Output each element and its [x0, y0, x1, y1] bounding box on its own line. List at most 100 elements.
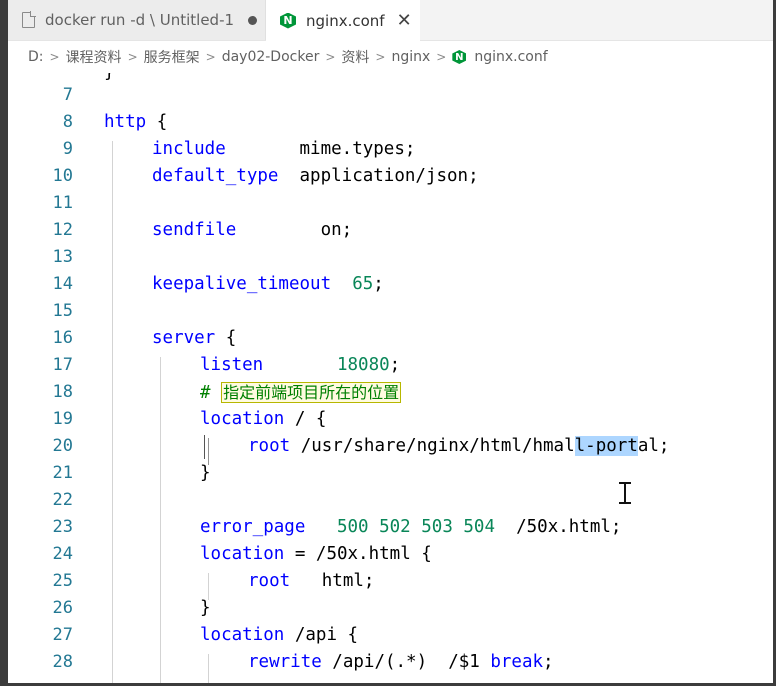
code-text: location = /50x.html { [200, 541, 432, 568]
window-edge-left [0, 0, 8, 686]
code-line: 26 } [8, 595, 773, 622]
line-number: 12 [52, 220, 73, 240]
tab-label: docker run -d \ Untitled-1 [45, 11, 235, 29]
line-number: 25 [52, 571, 73, 591]
code-comment: # 指定前端项目所在的位置 [200, 379, 402, 407]
line-number: 19 [52, 409, 73, 429]
breadcrumb-item[interactable]: 课程资料 [66, 47, 122, 67]
code-line: 15 [8, 298, 773, 325]
code-text: default_type application/json; [152, 163, 479, 190]
breadcrumb-file[interactable]: nginx.conf [474, 49, 547, 65]
line-number: 10 [52, 166, 73, 186]
breadcrumb-item[interactable]: nginx [391, 49, 430, 65]
code-line: 23 error_page 500 502 503 504 /50x.html; [8, 514, 773, 541]
code-rest: mime.types; [225, 139, 416, 159]
keyword: sendfile [152, 220, 237, 240]
code-line: 22 [8, 487, 773, 514]
code-tail: ; [373, 274, 384, 294]
keyword: rewrite [248, 652, 322, 672]
code-text: } [200, 598, 211, 618]
chevron-right-icon: > [49, 50, 60, 64]
close-icon[interactable]: ✕ [397, 11, 412, 30]
line-number: 13 [52, 247, 73, 267]
number: 18080 [336, 355, 390, 375]
line-number: 26 [52, 598, 73, 618]
code-line: 11 [8, 190, 773, 217]
code-line: 18 # 指定前端项目所在的位置 [8, 379, 773, 406]
line-number: 9 [62, 139, 73, 159]
code-rest: application/json; [278, 166, 479, 186]
code-text: sendfile on; [152, 217, 352, 244]
keyword: default_type [152, 166, 279, 186]
code-line: 19 location / { [8, 406, 773, 433]
tab-nginx-conf[interactable]: N nginx.conf ✕ [266, 0, 420, 41]
comment-hash: # [200, 383, 222, 403]
code-editor[interactable]: } 7 8 http { 9 include mime.types; 10 de… [8, 73, 773, 683]
line-number: 16 [52, 328, 73, 348]
keyword: root [248, 436, 291, 456]
line-number: 20 [52, 436, 73, 456]
keyword: keepalive_timeout [152, 274, 332, 294]
code-line: 20 root /usr/share/nginx/html/hmall-port… [8, 433, 773, 460]
breadcrumb-item[interactable]: 资料 [341, 47, 369, 67]
code-text: include mime.types; [152, 136, 415, 163]
chevron-right-icon: > [375, 50, 386, 64]
code-pre-selection: /usr/share/nginx/html/hmal [290, 436, 575, 456]
keyword: include [152, 139, 226, 159]
code-line: 13 [8, 244, 773, 271]
code-rest: html; [290, 571, 375, 591]
text-caret [204, 435, 205, 459]
keyword: break [490, 652, 544, 672]
code-rest: /api { [284, 625, 359, 645]
unsaved-dot-icon[interactable] [248, 15, 258, 25]
code-text: rewrite /api/(.*) /$1 break; [248, 649, 554, 676]
line-number: 8 [62, 112, 73, 132]
line-number: 23 [52, 517, 73, 537]
breadcrumb-item[interactable]: 服务框架 [144, 47, 200, 67]
keyword: location [200, 544, 285, 564]
keyword: listen [200, 355, 264, 375]
code-text: root html; [248, 568, 374, 595]
editor-tab-bar: docker run -d \ Untitled-1 N nginx.conf … [8, 0, 773, 41]
chevron-right-icon: > [325, 50, 336, 64]
code-pre: /api/(.*) /$1 [321, 652, 491, 672]
keyword: server [152, 328, 216, 348]
ibeam-cursor-icon [618, 482, 632, 504]
tab-label: nginx.conf [306, 11, 385, 30]
code-rest: { [146, 112, 168, 132]
code-tail: ; [389, 355, 401, 375]
code-rest: { [215, 328, 237, 348]
code-line: 17 listen 18080; [8, 352, 773, 379]
code-text: } [200, 463, 211, 483]
number: 65 [352, 274, 374, 294]
keyword: root [248, 571, 291, 591]
breadcrumb-item[interactable]: D: [28, 49, 44, 65]
line-number: 7 [62, 85, 73, 105]
code-text: keepalive_timeout 65; [152, 271, 384, 298]
code-line: 14 keepalive_timeout 65; [8, 271, 773, 298]
text-selection: l-port [574, 436, 638, 456]
code-text: http { [104, 109, 167, 136]
line-number: 21 [52, 463, 73, 483]
code-tail: /50x.html; [495, 517, 622, 537]
code-rest: on; [236, 220, 353, 240]
code-line: 21 } [8, 460, 773, 487]
code-rest: / { [284, 409, 327, 429]
breadcrumb-item[interactable]: day02-Docker [222, 49, 320, 65]
code-line: 12 sendfile on; [8, 217, 773, 244]
code-text: root /usr/share/nginx/html/hmall-portal; [248, 433, 669, 460]
keyword: http [104, 112, 147, 132]
code-line: 27 location /api { [8, 622, 773, 649]
code-line: 8 http { [8, 109, 773, 136]
number: 500 502 503 504 [336, 517, 496, 537]
tab-untitled-1[interactable]: docker run -d \ Untitled-1 [8, 0, 266, 40]
line-number: 28 [52, 652, 73, 672]
chevron-right-icon: > [205, 50, 216, 64]
code-rest: = /50x.html { [284, 544, 432, 564]
nginx-icon: N [280, 12, 296, 29]
code-text: server { [152, 325, 236, 352]
nginx-icon: N [452, 50, 467, 64]
